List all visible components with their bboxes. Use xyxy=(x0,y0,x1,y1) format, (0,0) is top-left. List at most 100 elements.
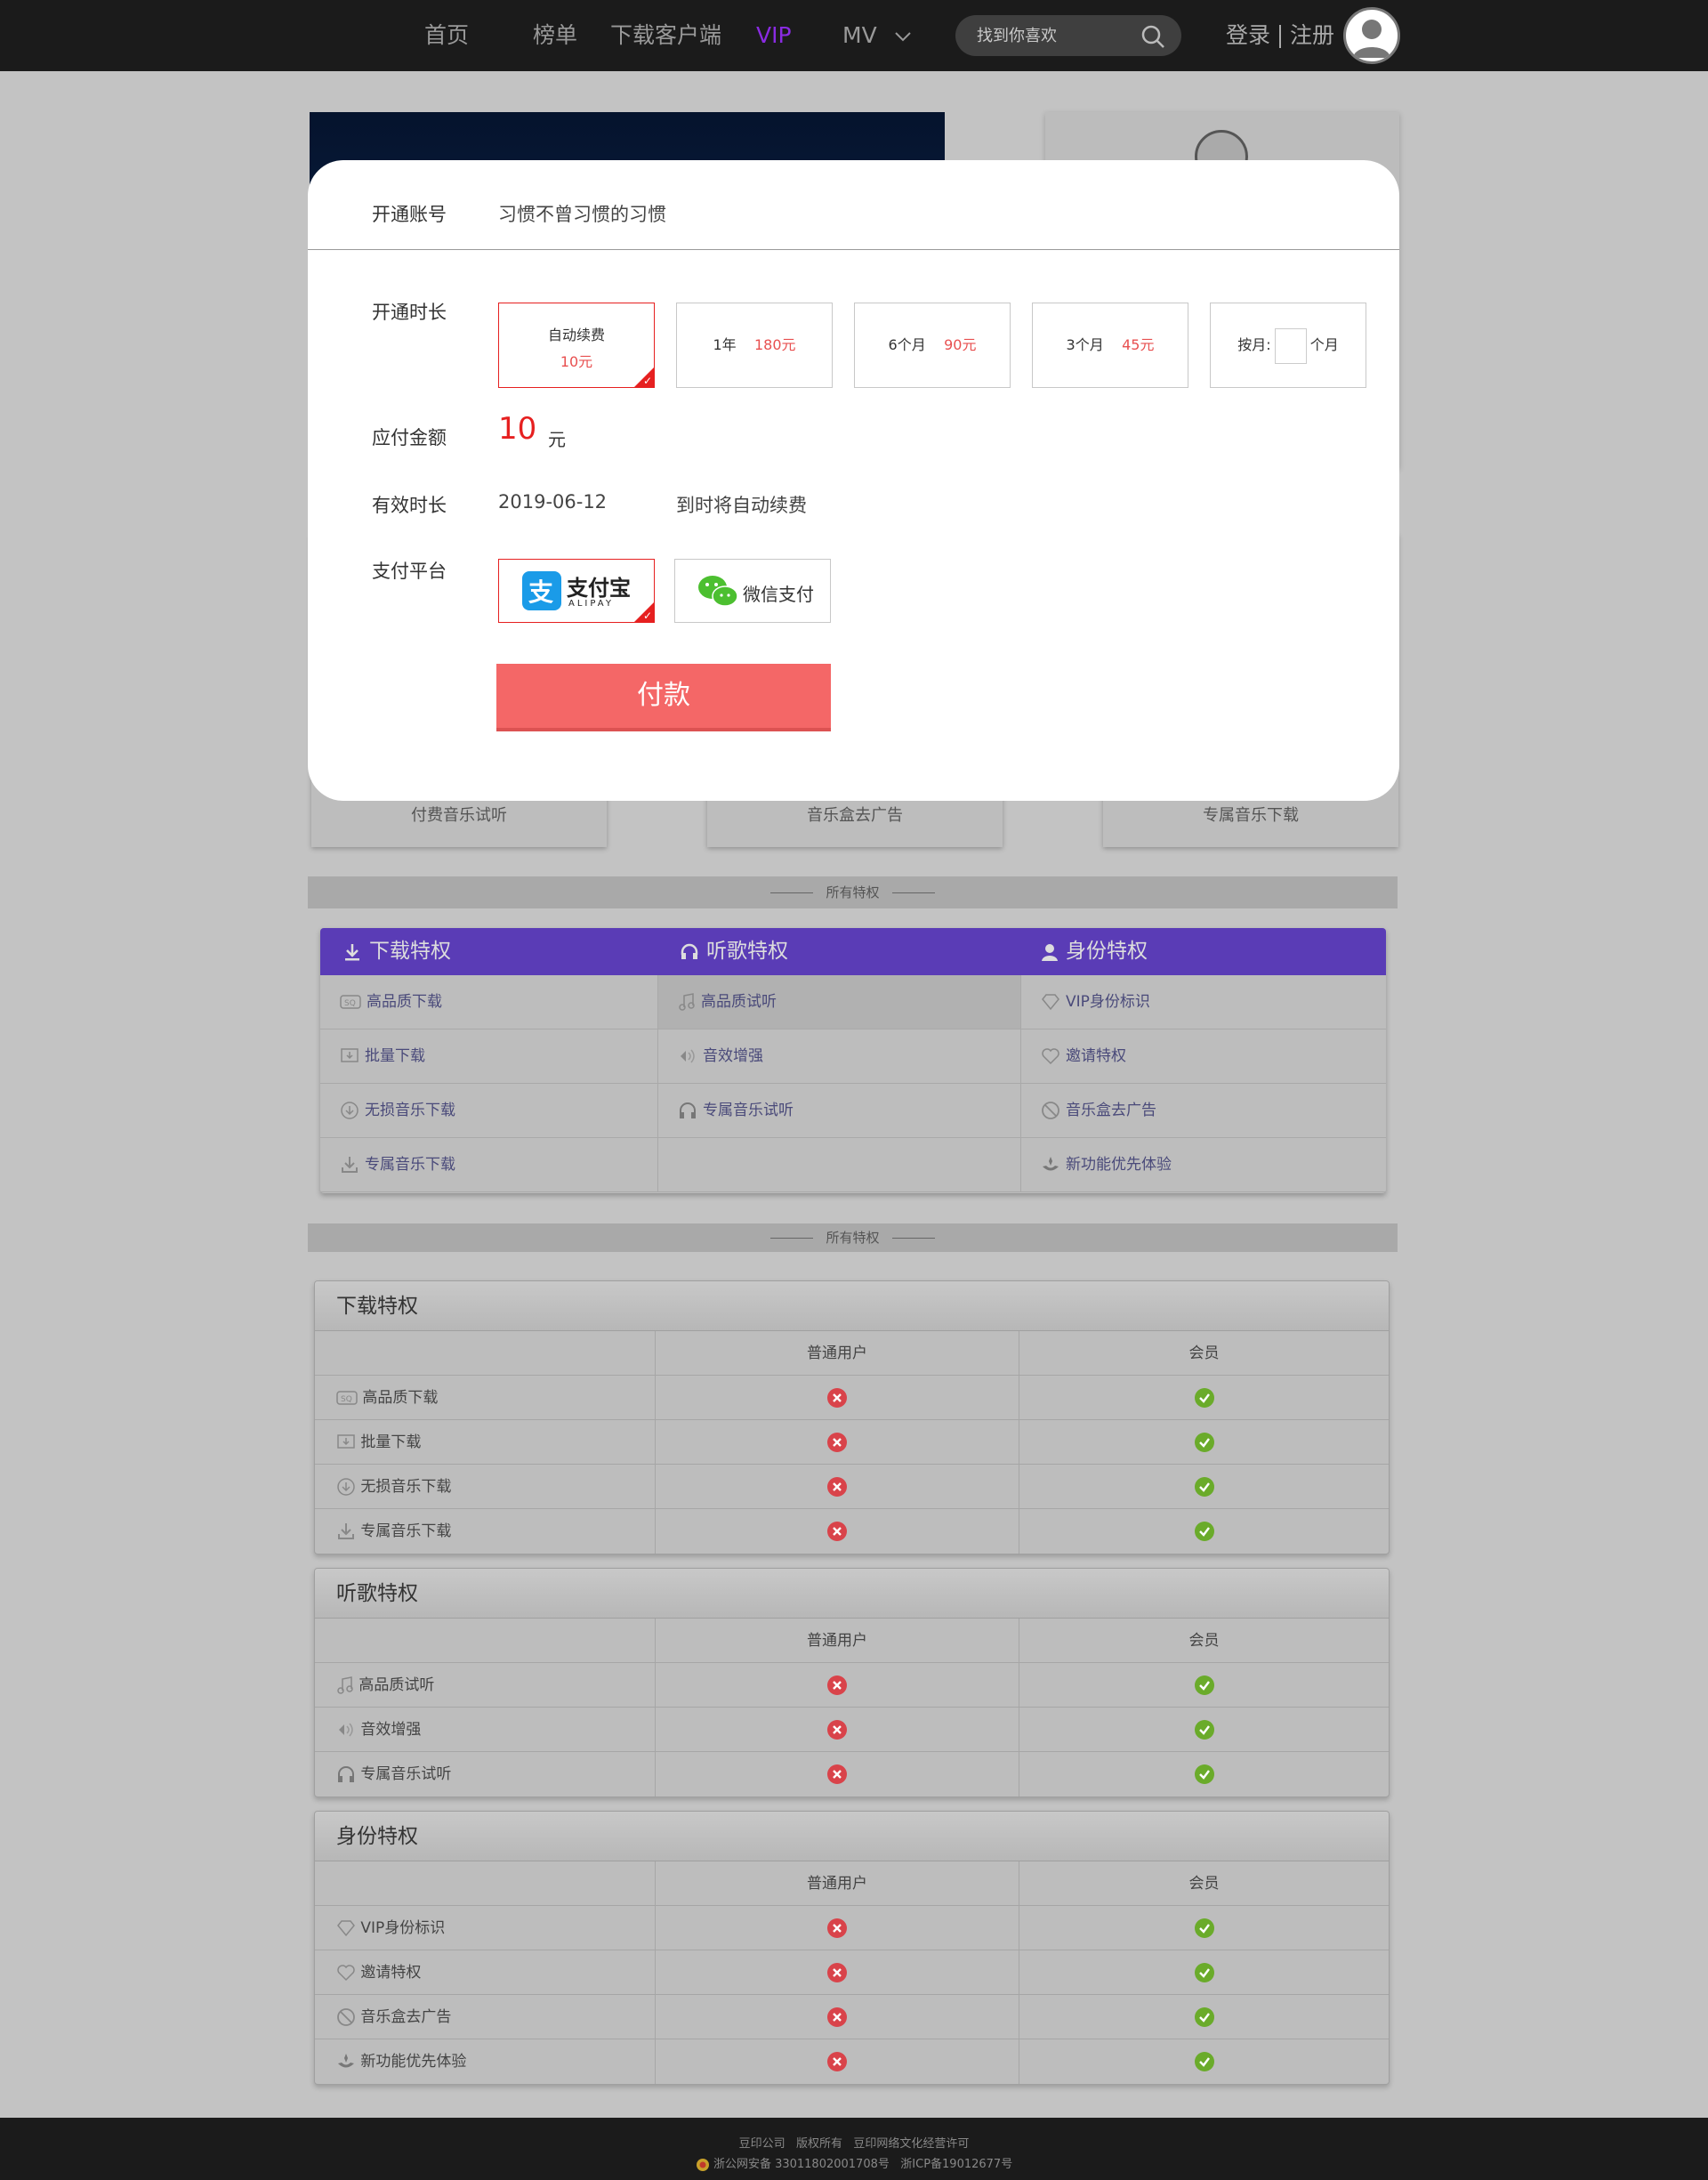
footer-icp[interactable]: 浙ICP备19012677号 xyxy=(900,2158,1012,2171)
col-member: 会员 xyxy=(1188,1632,1220,1650)
privilege-item[interactable]: 高品质试听 xyxy=(658,975,1021,1029)
normal-cell xyxy=(656,1420,1019,1465)
option-price: 45元 xyxy=(1122,336,1155,353)
account-value: 习惯不曾习惯的习惯 xyxy=(498,204,666,225)
privilege-item[interactable]: VIP身份标识 xyxy=(1021,975,1386,1029)
tab-download-privilege[interactable]: 下载特权 xyxy=(342,928,451,975)
row-label: 音乐盒去广告 xyxy=(315,1995,656,2039)
download-icon xyxy=(345,943,359,960)
headphones-icon xyxy=(680,1102,696,1118)
privilege-item[interactable]: SQ 高品质下载 xyxy=(320,975,658,1029)
option-name: 按月: xyxy=(1237,336,1271,353)
month-count-input[interactable] xyxy=(1274,327,1307,364)
tab-listen-privilege[interactable]: 听歌特权 xyxy=(680,928,788,975)
option-by-month[interactable]: 按月: 个月 xyxy=(1210,303,1366,388)
login-link[interactable]: 登录 xyxy=(1226,22,1270,48)
table-header-empty xyxy=(315,1619,656,1663)
svg-text:支: 支 xyxy=(528,577,553,607)
svg-text:SQ: SQ xyxy=(344,999,356,1008)
user-icon xyxy=(1042,943,1058,961)
member-cell xyxy=(1019,1376,1389,1420)
section-band: 所有特权 xyxy=(308,1223,1398,1252)
avatar[interactable] xyxy=(1343,7,1400,64)
footer-company: 豆印公司 xyxy=(738,2137,786,2151)
table-header-empty xyxy=(315,1861,656,1906)
batch-download-icon xyxy=(337,1434,355,1449)
account-label: 开通账号 xyxy=(372,204,447,225)
member-cell xyxy=(1019,1420,1389,1465)
row-label-text: 高品质试听 xyxy=(359,1676,435,1694)
lossless-download-icon xyxy=(341,1102,359,1119)
option-name: 3个月 xyxy=(1066,336,1104,353)
band-line xyxy=(891,892,935,893)
sound-effect-icon xyxy=(681,1049,695,1063)
wechat-name: 微信支付 xyxy=(743,584,814,605)
user-avatar-icon xyxy=(1353,20,1390,58)
col-normal-user: 普通用户 xyxy=(656,1619,1019,1663)
normal-cell xyxy=(656,1950,1019,1995)
normal-cell xyxy=(656,1752,1019,1796)
table-row: VIP身份标识 xyxy=(315,1906,1389,1950)
check-icon xyxy=(1194,1388,1214,1408)
no-ads-icon xyxy=(337,2008,355,2026)
headphones-icon xyxy=(681,943,698,959)
check-icon xyxy=(1194,1477,1214,1497)
valid-label: 有效时长 xyxy=(372,495,447,516)
modal-divider xyxy=(308,249,1399,250)
nav-charts[interactable]: 榜单 xyxy=(533,0,577,71)
privilege-item-empty xyxy=(658,1138,1021,1192)
footer-police[interactable]: 浙公网安备 33011802001708号 xyxy=(713,2158,890,2171)
row-label-text: 新功能优先体验 xyxy=(360,2053,467,2071)
member-cell xyxy=(1019,1465,1389,1509)
privilege-item[interactable]: 专属音乐试听 xyxy=(658,1084,1021,1138)
normal-cell xyxy=(656,1376,1019,1420)
comparison-table-identity: 身份特权 普通用户 会员 VIP身份标识 邀请特权 音乐盒去广告 新功能优先体验 xyxy=(314,1811,1390,2085)
table-title: 身份特权 xyxy=(315,1812,1389,1861)
check-icon xyxy=(1194,1433,1214,1452)
svg-text:SQ: SQ xyxy=(341,1395,352,1404)
wechat-logo-icon xyxy=(698,576,738,607)
normal-cell xyxy=(656,1663,1019,1708)
feature-label: 音乐盒去广告 xyxy=(807,806,903,825)
platform-label: 支付平台 xyxy=(372,561,447,582)
option-3-months[interactable]: 3个月 45元 xyxy=(1032,303,1188,388)
amount-label: 应付金额 xyxy=(372,427,447,448)
nav-vip[interactable]: VIP xyxy=(756,0,792,71)
pay-button[interactable]: 付款 xyxy=(496,664,831,731)
member-cell xyxy=(1019,1509,1389,1554)
privilege-item[interactable]: 邀请特权 xyxy=(1021,1029,1386,1084)
privilege-item[interactable]: 批量下载 xyxy=(320,1029,658,1084)
lossless-download-icon xyxy=(337,1478,355,1496)
nav-mv-label: MV xyxy=(842,22,877,48)
search-icon[interactable] xyxy=(1140,24,1165,49)
nav-home[interactable]: 首页 xyxy=(424,0,469,71)
tab-label: 下载特权 xyxy=(369,940,451,963)
batch-download-icon xyxy=(341,1048,359,1062)
privilege-item[interactable]: 无损音乐下载 xyxy=(320,1084,658,1138)
option-6-months[interactable]: 6个月 90元 xyxy=(854,303,1011,388)
privilege-item[interactable]: 专属音乐下载 xyxy=(320,1138,658,1192)
alipay-logo-icon: 支 xyxy=(522,571,561,610)
privilege-item[interactable]: 新功能优先体验 xyxy=(1021,1138,1386,1192)
option-auto-renew[interactable]: 自动续费 10元 ✓ xyxy=(498,303,655,388)
heart-icon xyxy=(1042,1048,1059,1065)
tab-identity-privilege[interactable]: 身份特权 xyxy=(1041,928,1148,975)
nav-mv[interactable]: MV xyxy=(842,0,911,71)
privilege-item[interactable]: 音乐盒去广告 xyxy=(1021,1084,1386,1138)
check-icon xyxy=(1194,2052,1214,2071)
alipay-option[interactable]: 支 支付宝 ALIPAY ✓ xyxy=(498,559,655,623)
footer-license[interactable]: 豆印网络文化经营许可 xyxy=(853,2137,969,2151)
member-cell xyxy=(1019,1752,1389,1796)
check-icon xyxy=(1194,2007,1214,2027)
wechat-pay-option[interactable]: 微信支付 xyxy=(674,559,831,623)
register-link[interactable]: 注册 xyxy=(1290,22,1334,48)
privilege-item[interactable]: 音效增强 xyxy=(658,1029,1021,1084)
nav-download-client[interactable]: 下载客户端 xyxy=(610,0,721,71)
privilege-label: 无损音乐下载 xyxy=(365,1102,455,1119)
option-1-year[interactable]: 1年 180元 xyxy=(676,303,833,388)
search-input[interactable] xyxy=(977,15,1137,56)
privilege-label: 音效增强 xyxy=(703,1047,763,1065)
table-row: 无损音乐下载 xyxy=(315,1465,1389,1509)
check-icon xyxy=(1194,1963,1214,1982)
sound-effect-icon xyxy=(339,1723,353,1737)
